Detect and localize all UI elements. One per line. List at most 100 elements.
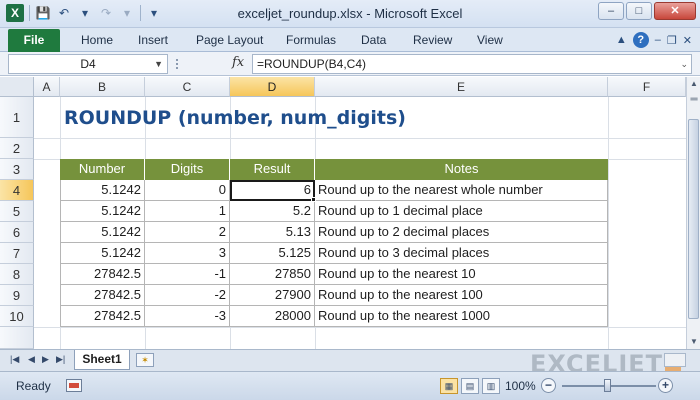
prev-sheet-icon[interactable]: ◀	[28, 354, 35, 365]
table-header-digits[interactable]: Digits	[145, 159, 230, 180]
split-handle-icon[interactable]: ═	[687, 93, 700, 107]
name-box-value: D4	[80, 57, 96, 71]
row-header-7[interactable]: 7	[0, 243, 34, 264]
column-header-e[interactable]: E	[315, 77, 608, 97]
minimize-button[interactable]: –	[598, 2, 624, 20]
table-header-result[interactable]: Result	[230, 159, 315, 180]
row-header-4[interactable]: 4	[0, 180, 34, 201]
table-cell-notes[interactable]: Round up to the nearest 100	[315, 285, 608, 306]
insert-function-icon[interactable]: fx	[232, 55, 244, 70]
row-header-3[interactable]: 3	[0, 159, 34, 180]
row-header-1[interactable]: 1	[0, 97, 34, 138]
tab-formulas[interactable]: Formulas	[286, 33, 336, 47]
scroll-down-icon[interactable]: ▼	[687, 335, 700, 349]
tab-data[interactable]: Data	[361, 33, 386, 47]
row-header-10[interactable]: 10	[0, 306, 34, 327]
page-layout-view-icon[interactable]: ▤	[461, 378, 479, 394]
row-header-8[interactable]: 8	[0, 264, 34, 285]
table-cell-digits[interactable]: -2	[145, 285, 230, 306]
table-cell-notes[interactable]: Round up to the nearest 1000	[315, 306, 608, 327]
table-cell-result-selected[interactable]: 6	[230, 180, 315, 201]
zoom-slider-thumb[interactable]	[604, 379, 611, 392]
table-cell-number[interactable]: 27842.5	[60, 285, 145, 306]
column-header-b[interactable]: B	[60, 77, 145, 97]
maximize-button[interactable]: □	[626, 2, 652, 20]
row-header-9[interactable]: 9	[0, 285, 34, 306]
zoom-in-icon[interactable]: +	[658, 378, 673, 393]
first-sheet-icon[interactable]: |◀	[10, 354, 19, 365]
row-header-2[interactable]: 2	[0, 138, 34, 159]
tab-file[interactable]: File	[8, 29, 60, 52]
minimize-ribbon-icon[interactable]: ▲	[616, 34, 627, 46]
table-cell-digits[interactable]: 3	[145, 243, 230, 264]
column-header-a[interactable]: A	[34, 77, 60, 97]
zoom-level[interactable]: 100%	[505, 379, 536, 393]
table-cell-digits[interactable]: -1	[145, 264, 230, 285]
scroll-thumb[interactable]	[688, 119, 699, 319]
table-cell-number[interactable]: 5.1242	[60, 222, 145, 243]
table-cell-result[interactable]: 5.13	[230, 222, 315, 243]
last-sheet-icon[interactable]: ▶|	[56, 354, 65, 365]
normal-view-icon[interactable]: ▦	[440, 378, 458, 394]
table-cell-number[interactable]: 27842.5	[60, 264, 145, 285]
table-cell-notes[interactable]: Round up to the nearest whole number	[315, 180, 608, 201]
worksheet-grid[interactable]: A B C D E F 1 2 3 4 5 6 7 8 9 10 ROUNDUP…	[0, 77, 686, 349]
row-header-5[interactable]: 5	[0, 201, 34, 222]
record-macro-icon[interactable]	[66, 379, 82, 392]
column-header-c[interactable]: C	[145, 77, 230, 97]
table-cell-notes[interactable]: Round up to the nearest 10	[315, 264, 608, 285]
table-cell-result[interactable]: 5.2	[230, 201, 315, 222]
close-button[interactable]: ✕	[654, 2, 696, 20]
table-cell-number[interactable]: 27842.5	[60, 306, 145, 327]
formula-bar-grip[interactable]	[176, 59, 184, 69]
help-icon[interactable]: ?	[632, 32, 649, 48]
scroll-up-icon[interactable]: ▲	[687, 77, 700, 91]
workbook-close-icon[interactable]: ✕	[683, 34, 692, 47]
table-cell-number[interactable]: 5.1242	[60, 201, 145, 222]
page-break-view-icon[interactable]: ▥	[482, 378, 500, 394]
table-cell-notes[interactable]: Round up to 1 decimal place	[315, 201, 608, 222]
fill-handle[interactable]	[311, 197, 316, 202]
table-cell-notes[interactable]: Round up to 2 decimal places	[315, 222, 608, 243]
tab-page-layout[interactable]: Page Layout	[196, 33, 263, 47]
table-cell-number[interactable]: 5.1242	[60, 180, 145, 201]
expand-formula-bar-icon[interactable]: ⌄	[680, 55, 688, 73]
table-cell-notes[interactable]: Round up to 3 decimal places	[315, 243, 608, 264]
column-header-d[interactable]: D	[230, 77, 315, 97]
formula-text: =ROUNDUP(B4,C4)	[257, 57, 367, 71]
formula-input[interactable]: =ROUNDUP(B4,C4) ⌄	[252, 54, 692, 74]
window-title: exceljet_roundup.xlsx - Microsoft Excel	[237, 6, 463, 21]
table-cell-digits[interactable]: 1	[145, 201, 230, 222]
vertical-scrollbar[interactable]: ▲ ═ ▼	[686, 77, 700, 349]
workbook-restore-icon[interactable]: ❐	[667, 34, 677, 47]
table-header-notes[interactable]: Notes	[315, 159, 608, 180]
table-cell-result[interactable]: 5.125	[230, 243, 315, 264]
table-header-number[interactable]: Number	[60, 159, 145, 180]
table-cell-result[interactable]: 27900	[230, 285, 315, 306]
horizontal-scroll-stub[interactable]	[664, 353, 686, 367]
table-cell-digits[interactable]: 2	[145, 222, 230, 243]
zoom-out-icon[interactable]: −	[541, 378, 556, 393]
table-cell-digits[interactable]: -3	[145, 306, 230, 327]
table-cell-digits[interactable]: 0	[145, 180, 230, 201]
table-cell-result[interactable]: 27850	[230, 264, 315, 285]
table-cell-result[interactable]: 28000	[230, 306, 315, 327]
tab-home[interactable]: Home	[81, 33, 113, 47]
next-sheet-icon[interactable]: ▶	[42, 354, 49, 365]
status-bar: Ready ▦ ▤ ▥ 100% − +	[0, 371, 700, 400]
tab-view[interactable]: View	[477, 33, 503, 47]
sheet-title[interactable]: ROUNDUP (number, num_digits)	[64, 103, 564, 133]
tab-review[interactable]: Review	[413, 33, 452, 47]
select-all-corner[interactable]	[0, 77, 34, 97]
column-header-f[interactable]: F	[608, 77, 686, 97]
insert-sheet-icon[interactable]: ✶	[136, 353, 154, 367]
table-cell-number[interactable]: 5.1242	[60, 243, 145, 264]
sheet-tab-sheet1[interactable]: Sheet1	[74, 350, 130, 370]
tab-insert[interactable]: Insert	[138, 33, 168, 47]
sheet-tab-bar: |◀ ◀ ▶ ▶| Sheet1 ✶ EXCELJET	[0, 349, 700, 378]
workbook-minimize-icon[interactable]: –	[655, 34, 661, 46]
row-header-6[interactable]: 6	[0, 222, 34, 243]
name-box[interactable]: D4 ▼	[8, 54, 168, 74]
chevron-down-icon[interactable]: ▼	[154, 55, 163, 73]
row-header-11[interactable]	[0, 327, 34, 349]
